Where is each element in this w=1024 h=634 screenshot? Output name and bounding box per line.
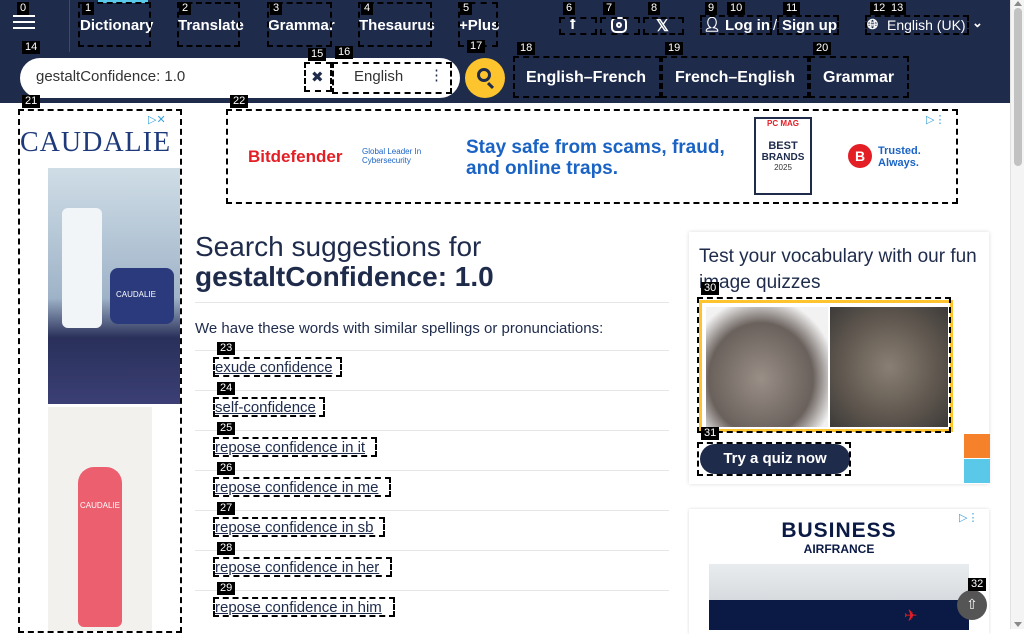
index-label: 12 [870,2,889,15]
outline [600,17,640,35]
divider [195,590,669,591]
divider [195,510,669,511]
index-label: 6 [563,2,576,15]
search-input[interactable]: gestaltConfidence: 1.0 [36,68,185,85]
index-label: 16 [335,46,354,59]
index-label: 24 [217,382,236,395]
index-label: 4 [361,2,374,15]
quiz-title: Test your vocabulary with our fun image … [699,246,977,293]
index-label: 27 [217,502,236,515]
outline [332,62,452,94]
index-label: 11 [783,2,801,15]
index-label: 13 [888,2,907,15]
outline [304,62,332,92]
outline [700,15,772,35]
index-label: 22 [230,95,249,108]
nav-divider [69,0,70,52]
outline [213,517,385,537]
index-label: 19 [665,42,684,55]
index-label: 18 [517,42,536,55]
outline [697,442,851,476]
intro-text: We have these words with similar spellin… [195,320,604,337]
outline [559,17,597,35]
chevron-down-icon[interactable]: ⌄ [972,15,983,31]
divider [195,350,669,351]
ad-choices-icon[interactable]: ▷⋮ [959,511,978,524]
top-nav: Dictionary Translate Grammar Thesaurus +… [0,0,1010,52]
outline [809,56,909,98]
index-label: 21 [22,95,41,108]
index-label: 1 [82,2,95,15]
outline [18,109,182,633]
search-icon [477,68,491,82]
index-label: 20 [813,42,832,55]
index-label: 29 [217,582,236,595]
divider [195,302,669,303]
index-label: 30 [701,282,720,295]
index-label: 5 [460,2,473,15]
scroll-down-icon[interactable] [1014,622,1022,627]
right-ad-image: ✈ [709,564,969,630]
index-label: 0 [17,2,30,15]
index-label: 28 [217,542,236,555]
outline [213,597,395,617]
index-label: 8 [648,2,661,15]
index-label: 25 [217,422,236,435]
index-label: 14 [22,41,41,54]
outline [213,397,325,417]
outline [213,557,392,577]
index-label: 7 [603,2,616,15]
outline [513,56,661,98]
page-title-prefix: Search suggestions for [195,231,482,262]
page-title-term: gestaltConfidence: 1.0 [195,261,494,292]
plane-icon: ✈ [904,608,918,625]
right-ad-brand: BUSINESS [781,519,897,542]
feedback-tab-orange[interactable] [964,434,990,458]
divider [195,430,669,431]
divider [195,470,669,471]
outline [643,17,684,35]
right-ad[interactable]: BUSINESS AIRFRANCE ▷⋮ ✈ [689,509,989,634]
divider [195,550,669,551]
right-ad-brand2: AIRFRANCE [803,542,875,556]
search-icon-handle [486,81,495,90]
outline [697,297,951,433]
scrollbar[interactable] [1010,0,1024,629]
index-label: 10 [727,2,746,15]
scroll-up-icon[interactable] [1014,1,1022,6]
right-ad-seat [709,600,969,630]
outline [226,109,958,204]
divider [195,390,669,391]
index-label: 15 [308,48,327,61]
index-label: 26 [217,462,236,475]
index-label: 2 [179,2,192,15]
index-label: 17 [467,40,486,53]
back-to-top-button[interactable]: ⇧ [957,590,987,620]
index-label: 3 [270,2,283,15]
page-title: Search suggestions for gestaltConfidence:… [195,232,494,292]
outline [213,437,377,457]
outline [865,15,969,35]
index-label: 31 [701,427,720,440]
index-label: 9 [705,2,718,15]
index-label: 23 [217,342,236,355]
scrollbar-thumb[interactable] [1014,8,1022,166]
outline [213,477,391,497]
feedback-tab-cyan[interactable] [964,459,990,483]
index-label: 32 [968,578,987,591]
outline [213,357,342,377]
outline [661,56,809,98]
outline [777,15,839,35]
search-button[interactable] [465,58,505,98]
